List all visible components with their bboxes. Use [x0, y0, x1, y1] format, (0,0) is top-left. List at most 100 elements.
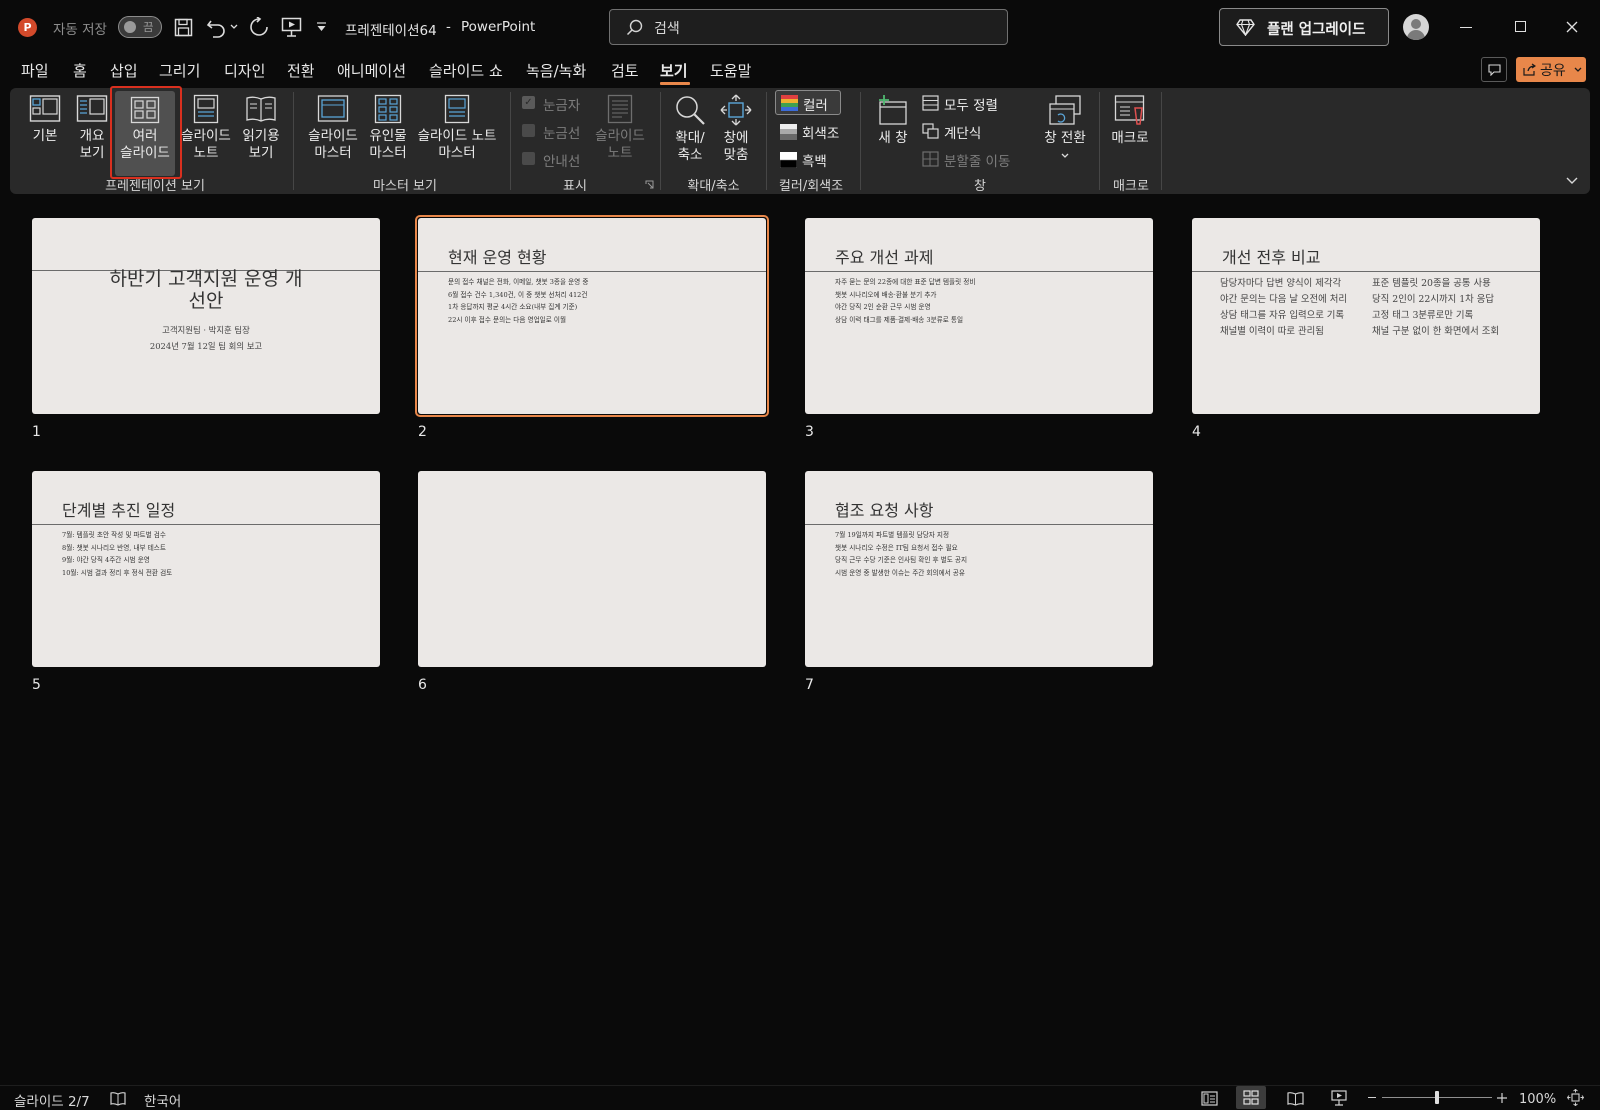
macros-button[interactable]: 매크로: [1105, 94, 1155, 147]
present-from-start-icon[interactable]: [281, 17, 302, 38]
tab-home[interactable]: 홈: [73, 60, 87, 81]
tab-draw[interactable]: 그리기: [159, 60, 200, 81]
search-box[interactable]: 검색: [609, 9, 1008, 45]
normal-view-icon: [29, 95, 61, 122]
fit-to-window-button[interactable]: 창에 맞춤: [714, 94, 758, 164]
customize-toolbar-icon[interactable]: [316, 22, 327, 32]
share-button[interactable]: 공유: [1516, 57, 1586, 82]
slide-title: 하반기 고객지원 운영 개 선안: [32, 268, 380, 312]
ruler-checkbox[interactable]: ✓ 눈금자: [522, 94, 580, 114]
slide-bullet: 7월 19일까지 파트별 템플릿 담당자 지정: [835, 531, 950, 539]
outline-view-button[interactable]: 개요 보기: [73, 94, 111, 162]
comments-button[interactable]: [1481, 57, 1507, 82]
slide-bullet: 챗봇 시나리오에 배송·환불 분기 추가: [835, 290, 937, 299]
tab-slideshow[interactable]: 슬라이드 쇼: [429, 60, 503, 81]
maximize-icon[interactable]: [1515, 21, 1526, 32]
fit-slide-status-icon[interactable]: [1567, 1089, 1584, 1106]
move-split-icon: [922, 151, 939, 167]
slide-number: 2: [418, 424, 427, 440]
grayscale-label: 회색조: [802, 126, 840, 142]
tab-file[interactable]: 파일: [21, 60, 49, 81]
account-avatar-icon[interactable]: [1403, 14, 1429, 40]
notes-toggle-button[interactable]: 슬라이드 노트: [590, 94, 650, 162]
new-window-button[interactable]: 새 창: [871, 94, 915, 147]
slide-bullet: 22시 이후 접수 문의는 다음 영업일로 이월: [448, 315, 567, 324]
minimize-icon[interactable]: [1460, 27, 1472, 28]
reading-view-icon: [246, 96, 276, 122]
upgrade-plan-button[interactable]: 플랜 업그레이드: [1219, 8, 1389, 46]
notes-page-label-2: 노트: [193, 145, 219, 161]
tab-insert[interactable]: 삽입: [110, 60, 138, 81]
color-swatch-icon: [781, 95, 798, 111]
group-label-macros: 매크로: [1113, 179, 1149, 194]
zoom-in-icon[interactable]: [1497, 1093, 1507, 1103]
slide-body: 7월 19일까지 파트별 템플릿 담당자 지정 챗봇 시나리오 수정은 IT팀 …: [835, 529, 967, 579]
group-label-color: 컬러/회색조: [778, 179, 844, 194]
move-split-button[interactable]: 분할줄 이동: [922, 150, 1010, 170]
slide-title-line-2: 선안: [188, 290, 224, 312]
autosave-label: 자동 저장: [53, 22, 107, 38]
dialog-launcher-icon[interactable]: [645, 180, 654, 189]
close-icon[interactable]: [1566, 21, 1578, 33]
normal-view-label: 기본: [32, 128, 58, 144]
slide-body: 문의 접수 채널은 전화, 이메일, 챗봇 3종을 운영 중 6월 접수 건수 …: [448, 276, 588, 326]
reading-view-button[interactable]: 읽기용 보기: [238, 94, 284, 162]
save-icon[interactable]: [174, 18, 193, 37]
guides-checkbox[interactable]: 안내선: [522, 150, 580, 170]
arrange-all-button[interactable]: 모두 정렬: [922, 94, 998, 114]
slide-thumbnail-6[interactable]: [418, 471, 766, 667]
zoom-button[interactable]: 확대/ 축소: [668, 94, 712, 164]
slide-thumbnail-1[interactable]: 하반기 고객지원 운영 개 선안 고객지원팀 · 박지훈 팀장 2024년 7월…: [32, 218, 380, 414]
slide-thumbnail-3[interactable]: 주요 개선 과제 자주 묻는 문의 22종에 대한 표준 답변 템플릿 정비 챗…: [805, 218, 1153, 414]
reading-view-status-icon[interactable]: [1287, 1091, 1304, 1106]
notes-page-button[interactable]: 슬라이드 노트: [178, 94, 234, 162]
slideshow-status-icon[interactable]: [1331, 1090, 1347, 1106]
undo-icon[interactable]: [206, 17, 228, 38]
slide-bullet: 당직 근무 수당 기준은 인사팀 확인 후 별도 공지: [835, 556, 968, 564]
accessibility-book-icon[interactable]: [110, 1091, 126, 1106]
ribbon-collapse-chevron-icon[interactable]: [1566, 177, 1578, 185]
undo-dropdown-chevron-icon[interactable]: [230, 24, 238, 30]
slide-thumbnail-2[interactable]: 현재 운영 현황 문의 접수 채널은 전화, 이메일, 챗봇 3종을 운영 중 …: [418, 218, 766, 414]
handout-master-button[interactable]: 유인물 마스터: [364, 94, 412, 162]
slide-thumbnail-7[interactable]: 협조 요청 사항 7월 19일까지 파트별 템플릿 담당자 지정 챗봇 시나리오…: [805, 471, 1153, 667]
tab-animations[interactable]: 애니메이션: [337, 60, 406, 81]
normal-view-button[interactable]: 기본: [27, 94, 63, 145]
switch-windows-button[interactable]: 창 전환: [1036, 94, 1094, 164]
cascade-button[interactable]: 계단식: [922, 122, 981, 142]
move-split-label: 분할줄 이동: [944, 154, 1011, 170]
slide-title-rule: [805, 524, 1153, 525]
zoom-level[interactable]: 100%: [1519, 1092, 1556, 1107]
gridlines-checkbox[interactable]: 눈금선: [522, 122, 580, 142]
zoom-slider[interactable]: [1382, 1091, 1492, 1104]
share-icon: [1523, 63, 1536, 76]
notes-page-label-1: 슬라이드: [181, 128, 231, 144]
zoom-slider-thumb[interactable]: [1435, 1091, 1439, 1104]
slide-master-button[interactable]: 슬라이드 마스터: [304, 94, 362, 162]
autosave-toggle[interactable]: 끔: [118, 16, 162, 38]
black-white-button[interactable]: 흑백: [780, 150, 827, 170]
slide-master-label-2: 마스터: [314, 145, 352, 161]
notes-master-button[interactable]: 슬라이드 노트 마스터: [414, 94, 500, 162]
tab-help[interactable]: 도움말: [710, 60, 751, 81]
color-button[interactable]: 컬러: [775, 90, 841, 115]
language-indicator[interactable]: 한국어: [144, 1090, 181, 1110]
slide-sorter-status-button[interactable]: [1236, 1086, 1266, 1109]
tab-transitions[interactable]: 전환: [287, 60, 315, 81]
slide-thumbnail-4[interactable]: 개선 전후 비교 담당자마다 답변 양식이 제각각 야간 문의는 다음 날 오전…: [1192, 218, 1540, 414]
slide-bullet: 상담 이력 태그를 제품·결제·배송 3분류로 통일: [835, 315, 964, 324]
grayscale-button[interactable]: 회색조: [780, 122, 839, 142]
redo-icon[interactable]: [248, 17, 270, 38]
grayscale-swatch-icon: [780, 124, 797, 140]
search-icon: [626, 19, 643, 36]
tab-view[interactable]: 보기: [660, 60, 688, 81]
slide-number: 1: [32, 424, 41, 440]
normal-view-status-icon[interactable]: [1201, 1091, 1218, 1106]
tab-review[interactable]: 검토: [611, 60, 639, 81]
tab-design[interactable]: 디자인: [224, 60, 265, 81]
switch-windows-icon: [1049, 95, 1081, 125]
slide-thumbnail-5[interactable]: 단계별 추진 일정 7월: 템플릿 초안 작성 및 파트별 검수 8월: 챗봇 …: [32, 471, 380, 667]
slide-number: 3: [805, 424, 814, 440]
tab-recording[interactable]: 녹음/녹화: [526, 60, 586, 81]
zoom-out-icon[interactable]: [1368, 1097, 1376, 1098]
